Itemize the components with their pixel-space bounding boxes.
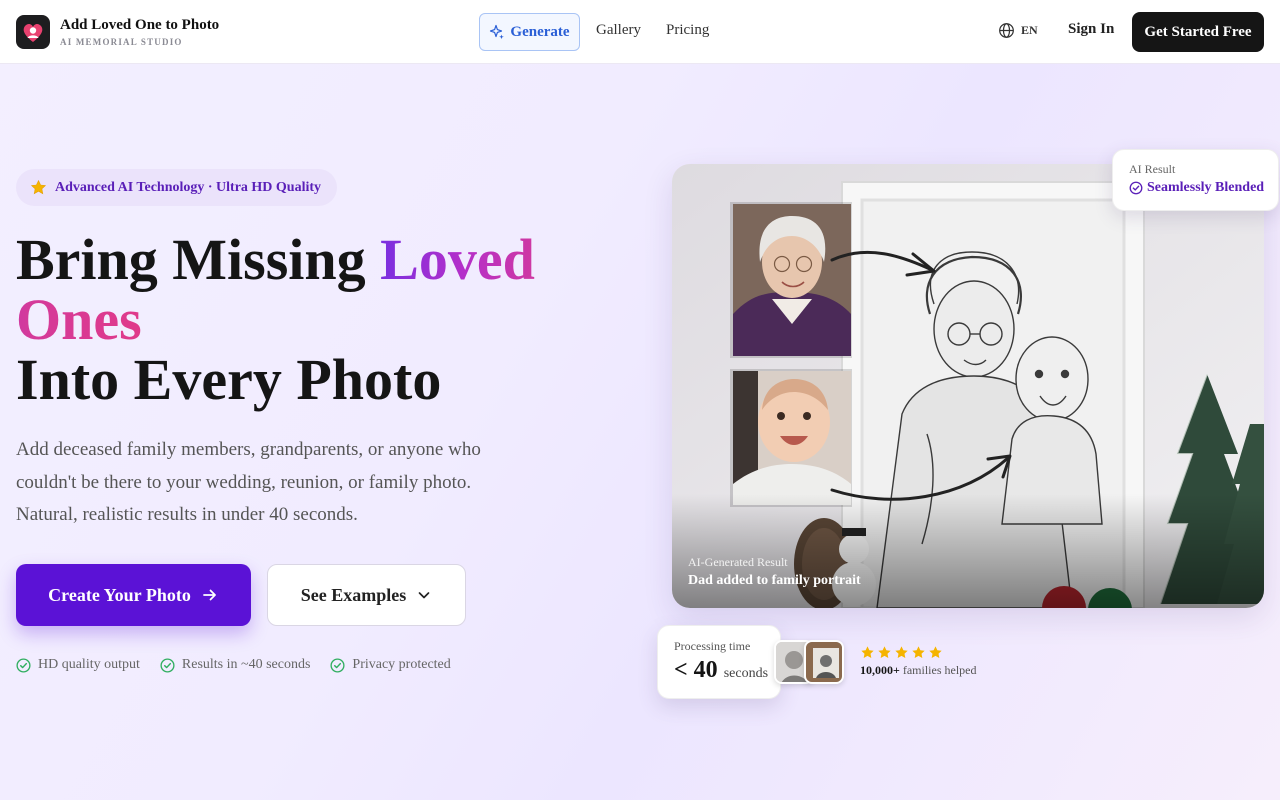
customer-photo-thumbnail — [804, 640, 844, 684]
create-photo-label: Create Your Photo — [48, 584, 191, 605]
sparkle-icon — [490, 24, 505, 40]
see-examples-label: See Examples — [300, 584, 407, 605]
ai-result-value: Seamlessly Blended — [1147, 180, 1265, 195]
showcase-image: AI-Generated Result Dad added to family … — [672, 164, 1264, 608]
check-circle-icon — [1129, 181, 1143, 195]
chevron-down-icon — [418, 592, 430, 599]
processing-time-value-row: < 40 seconds — [674, 657, 768, 684]
showcase-caption-text: Dad added to family portrait — [688, 573, 861, 588]
brand-title: Add Loved One to Photo — [60, 17, 220, 33]
sign-in-link[interactable]: Sign In — [1068, 21, 1114, 38]
language-selector[interactable]: EN — [998, 22, 1038, 39]
families-helped: 10,000+ families helped — [860, 663, 976, 678]
processing-time-card: Processing time < 40 seconds — [657, 625, 781, 699]
processing-time-label: Processing time — [674, 639, 751, 653]
headline-part2: Into Every Photo — [16, 347, 442, 412]
feature-badge: Advanced AI Technology · Ultra HD Qualit… — [16, 169, 338, 206]
hero-headline: Bring Missing Loved Ones Into Every Phot… — [16, 230, 616, 410]
see-examples-button[interactable]: See Examples — [267, 564, 466, 626]
headline-part1: Bring Missing — [16, 227, 381, 292]
feature-item: HD quality output — [16, 657, 140, 673]
get-started-button[interactable]: Get Started Free — [1132, 12, 1264, 52]
feature-item: Privacy protected — [330, 657, 451, 673]
star-icon — [878, 646, 891, 658]
globe-icon — [999, 23, 1014, 38]
star-icon — [895, 646, 908, 658]
feature-label: HD quality output — [38, 657, 140, 672]
rating-stars — [860, 645, 943, 660]
star-icon — [861, 646, 874, 658]
create-photo-button[interactable]: Create Your Photo — [16, 564, 251, 626]
star-icon — [929, 646, 942, 658]
feature-label: Results in ~40 seconds — [181, 657, 311, 672]
processing-time-unit: seconds — [723, 666, 769, 681]
ai-result-badge: AI Result Seamlessly Blended — [1112, 149, 1279, 211]
feature-badge-text: Advanced AI Technology · Ultra HD Qualit… — [55, 179, 322, 195]
customer-thumbnails — [774, 640, 844, 684]
ai-result-label: AI Result — [1129, 162, 1176, 176]
arrow-right-icon — [202, 589, 216, 601]
star-icon — [912, 646, 925, 658]
check-circle-icon — [160, 657, 175, 673]
families-count: 10,000+ — [860, 663, 900, 677]
nav-gallery-link[interactable]: Gallery — [596, 22, 641, 39]
check-circle-icon — [330, 657, 345, 673]
language-label: EN — [1021, 23, 1038, 37]
app-logo[interactable] — [16, 15, 50, 49]
feature-item: Results in ~40 seconds — [160, 657, 311, 673]
nav-generate-button[interactable]: Generate — [479, 13, 580, 51]
ai-result-value-row: Seamlessly Blended — [1129, 180, 1264, 196]
brand-subtitle: AI MEMORIAL STUDIO — [60, 37, 183, 47]
feature-list: HD quality output Results in ~40 seconds… — [16, 657, 451, 673]
hero-description: Add deceased family members, grandparent… — [16, 439, 481, 525]
nav-generate-label: Generate — [510, 23, 570, 40]
showcase-caption-label: AI-Generated Result — [688, 555, 788, 569]
feature-label: Privacy protected — [352, 657, 451, 672]
nav-pricing-link[interactable]: Pricing — [666, 22, 709, 39]
top-nav-bar: Add Loved One to Photo AI MEMORIAL STUDI… — [0, 0, 1280, 64]
processing-time-value: < 40 — [674, 657, 718, 683]
showcase-illustration: AI-Generated Result Dad added to family … — [672, 164, 1264, 608]
families-text: families helped — [902, 663, 977, 677]
star-icon — [30, 179, 47, 195]
check-circle-icon — [16, 657, 31, 673]
